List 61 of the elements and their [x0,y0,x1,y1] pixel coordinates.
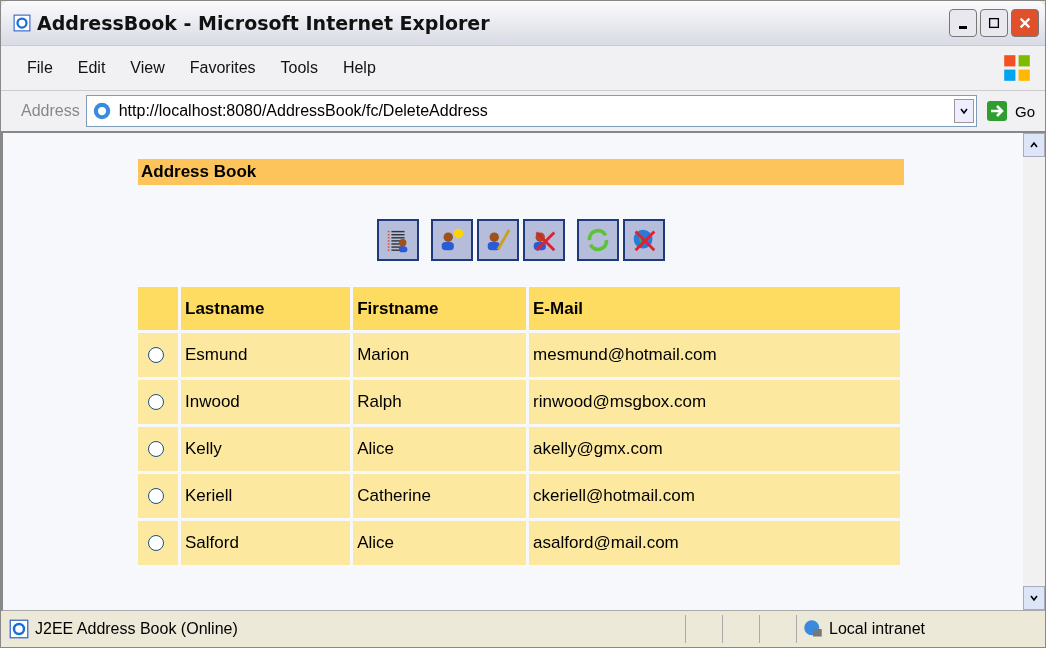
status-text: J2EE Address Book (Online) [35,620,239,638]
table-cell: asalford@mail.com [529,521,900,565]
radio-button[interactable] [148,535,164,551]
table-cell: mesmund@hotmail.com [529,333,900,377]
delete-button[interactable] [523,219,565,261]
radio-button[interactable] [148,394,164,410]
list-button[interactable] [377,219,419,261]
menu-item[interactable]: Favorites [177,59,269,77]
radio-button[interactable] [148,441,164,457]
minimize-button[interactable] [949,9,977,37]
edit-button[interactable] [477,219,519,261]
menu-item[interactable]: File [15,59,66,77]
table-cell: Salford [181,521,351,565]
disconnect-button[interactable] [623,219,665,261]
arrow-icon [987,101,1007,121]
dropdown-button[interactable] [954,99,974,123]
maximize-icon [987,16,1001,30]
address-label: Address [21,102,80,120]
table-cell: Kelly [181,427,351,471]
menu-item[interactable]: Edit [65,59,119,77]
network-icon [803,619,823,639]
close-icon [1018,16,1032,30]
header-cell [138,287,178,330]
table-cell: rinwood@msgbox.com [529,380,900,424]
scroll-up-button[interactable] [1023,133,1045,157]
minimize-icon [959,25,967,29]
column-header: Firstname [353,287,527,330]
window-title: AddressBook - Microsoft Internet Explorer [37,12,491,34]
address-field[interactable]: http://localhost:8080/AddressBook/fc/DeleteAddress [85,95,977,127]
go-button[interactable]: Go [983,101,1039,121]
page-heading: Address Book [138,159,904,185]
table-cell: Marion [353,333,527,377]
column-header: Lastname [181,287,351,330]
zone-text: Local intranet [829,620,926,638]
menu-item[interactable]: Help [330,59,389,77]
radio-button[interactable] [148,347,164,363]
table-cell: Alice [353,521,527,565]
scroll-down-button[interactable] [1023,586,1045,610]
up-icon [1029,140,1039,150]
close-button[interactable] [1011,9,1039,37]
radio-button[interactable] [148,488,164,504]
table-cell: Esmund [181,333,351,377]
table-cell: ckeriell@hotmail.com [529,474,900,518]
scrollbar[interactable] [1023,133,1045,610]
table-cell: Inwood [181,380,351,424]
column-header: E-Mail [529,287,900,330]
page-icon [9,619,29,639]
table-cell: Keriell [181,474,351,518]
menu-item[interactable]: Tools [268,59,331,77]
maximize-button[interactable] [980,9,1008,37]
table-cell: Ralph [353,380,527,424]
table-cell: Alice [353,427,527,471]
down-icon [1029,593,1039,603]
table-cell: Catherine [353,474,527,518]
browser-icon [13,14,31,32]
caret-icon [959,106,969,116]
table-cell: akelly@gmx.com [529,427,900,471]
menu-item[interactable]: View [118,59,178,77]
refresh-button[interactable] [577,219,619,261]
windows-logo-icon [1001,52,1033,84]
add-button[interactable] [431,219,473,261]
